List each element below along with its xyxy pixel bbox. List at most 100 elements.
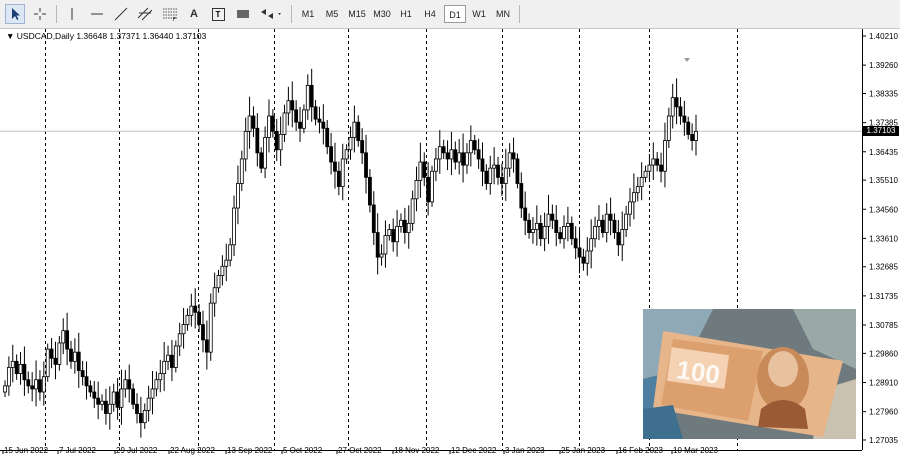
candle-body xyxy=(170,354,174,368)
candle-body xyxy=(562,226,566,240)
price-tick-label: 1.28910 xyxy=(869,379,898,388)
candle-body xyxy=(72,351,77,362)
cursor-tool-button[interactable] xyxy=(5,4,25,24)
candle-body xyxy=(550,213,555,221)
candle-body xyxy=(216,275,221,289)
vertical-line-tool-button[interactable] xyxy=(62,4,82,24)
candle-body xyxy=(243,130,248,160)
candle-body xyxy=(655,158,660,166)
horizontal-line-tool-button[interactable] xyxy=(87,4,107,24)
candle-body xyxy=(340,158,345,187)
candle-body xyxy=(558,232,563,240)
price-tick-label: 1.27035 xyxy=(869,436,898,445)
candle-body xyxy=(259,152,264,169)
candle-body xyxy=(57,342,62,365)
candle-body xyxy=(162,360,167,375)
timeframe-m15[interactable]: M15 xyxy=(345,5,369,23)
candle-body xyxy=(542,226,547,240)
candle-body xyxy=(278,134,283,151)
timeframe-m5[interactable]: M5 xyxy=(321,5,343,23)
candle-body xyxy=(232,207,236,246)
candle-body xyxy=(593,226,597,240)
candle-body xyxy=(251,115,256,129)
candle-body xyxy=(298,121,302,129)
price-tick-label: 1.34560 xyxy=(869,205,898,214)
candle-body xyxy=(531,229,535,233)
candle-body xyxy=(38,379,42,393)
timeframe-h4[interactable]: H4 xyxy=(419,5,441,23)
text-tool-button[interactable]: A xyxy=(184,4,204,24)
time-tick-label: 18 Nov 2022 xyxy=(394,446,440,455)
price-tick-label: 1.32685 xyxy=(869,263,898,272)
crosshair-tool-button[interactable] xyxy=(30,4,50,24)
candle-body xyxy=(554,219,559,233)
candle-body xyxy=(682,115,687,123)
fibonacci-tool-button[interactable]: F xyxy=(160,4,180,24)
candle-body xyxy=(181,324,186,335)
candle-body xyxy=(364,152,368,178)
time-tick-label: 29 Jul 2022 xyxy=(116,446,158,455)
candle-body xyxy=(65,330,70,350)
candle-body xyxy=(437,146,442,160)
candle-body xyxy=(387,229,392,237)
candle-body xyxy=(204,339,209,353)
timeframe-d1[interactable]: D1 xyxy=(444,5,466,23)
vertical-line-tool-icon xyxy=(65,7,79,21)
cursor-tool-icon xyxy=(9,7,21,21)
timeframe-w1[interactable]: W1 xyxy=(468,5,490,23)
crosshair-tool-icon xyxy=(33,7,47,21)
timeframe-h1[interactable]: H1 xyxy=(395,5,417,23)
price-tick-label: 1.33610 xyxy=(869,234,898,243)
candle-body xyxy=(426,176,431,203)
rectangle-tool-button[interactable] xyxy=(233,4,253,24)
candle-body xyxy=(430,170,434,203)
candle-body xyxy=(391,229,396,243)
candle-body xyxy=(666,115,671,141)
candle-body xyxy=(410,198,415,224)
candle-body xyxy=(123,379,128,390)
candle-body xyxy=(511,152,516,160)
candle-body xyxy=(434,158,438,172)
candle-body xyxy=(503,167,508,184)
candle-body xyxy=(678,106,683,117)
candle-body xyxy=(255,127,260,154)
candle-body xyxy=(465,152,469,166)
timeframe-mn[interactable]: MN xyxy=(492,5,514,23)
candle-body xyxy=(290,100,295,111)
candle-body xyxy=(597,219,601,227)
candle-body xyxy=(270,115,275,132)
candle-body xyxy=(472,140,477,151)
candle-body xyxy=(267,115,271,138)
candle-body xyxy=(635,186,640,194)
horizontal-line-tool-icon xyxy=(90,7,104,21)
candle-body xyxy=(61,330,66,344)
text-label-tool-button[interactable]: T xyxy=(208,4,228,24)
price-tick-label: 1.35510 xyxy=(869,176,898,185)
channels-tool-button[interactable] xyxy=(135,4,155,24)
trend-line-tool-button[interactable] xyxy=(111,4,131,24)
arrows-tool-button[interactable] xyxy=(257,4,285,24)
candle-body xyxy=(22,364,27,381)
banknotes-image: 100 xyxy=(643,309,856,439)
candle-body xyxy=(41,376,46,393)
candle-body xyxy=(96,397,101,405)
candle-body xyxy=(185,314,190,325)
timeframe-m30[interactable]: M30 xyxy=(370,5,394,23)
candle-body xyxy=(585,250,590,264)
candle-body xyxy=(492,164,497,169)
candle-body xyxy=(616,232,621,246)
candle-body xyxy=(546,213,551,227)
candle-body xyxy=(26,379,31,387)
collapse-triangle-icon[interactable]: ▼ xyxy=(6,31,14,41)
timeframe-m1[interactable]: M1 xyxy=(297,5,319,23)
candle-body xyxy=(527,219,531,233)
chart-title: ▼ USDCAD,Daily 1.36648 1.37371 1.36440 1… xyxy=(6,31,206,41)
candle-body xyxy=(457,152,462,163)
candle-body xyxy=(453,149,458,163)
candle-body xyxy=(581,256,586,264)
candle-body xyxy=(274,130,279,151)
candle-body xyxy=(313,106,318,120)
candle-body xyxy=(166,354,170,362)
candle-body xyxy=(146,397,151,411)
candle-body xyxy=(138,413,143,424)
